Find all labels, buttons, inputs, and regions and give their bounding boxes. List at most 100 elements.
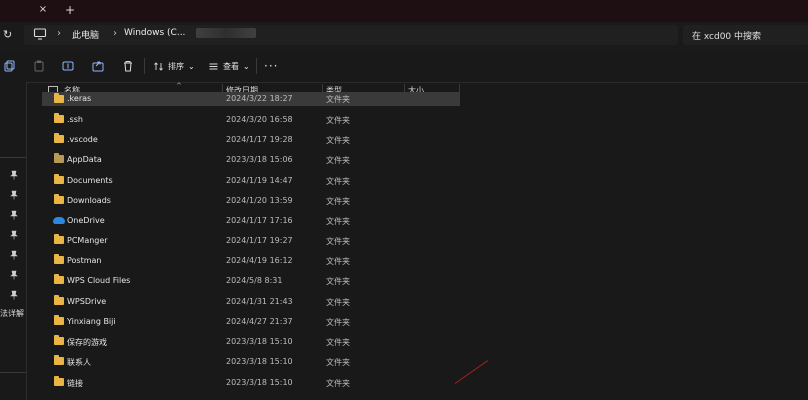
file-modified: 2024/4/19 16:12 bbox=[226, 256, 293, 265]
file-modified: 2024/4/27 21:37 bbox=[226, 317, 293, 326]
file-name: Yinxiang Biji bbox=[67, 317, 116, 326]
file-type: 文件夹 bbox=[326, 116, 350, 125]
folder-icon bbox=[54, 376, 64, 386]
chevron-right-icon[interactable]: › bbox=[113, 28, 117, 39]
file-type: 文件夹 bbox=[326, 156, 350, 165]
title-bar: × + bbox=[0, 0, 808, 22]
close-tab-icon[interactable]: × bbox=[37, 4, 49, 16]
crumb-this-pc[interactable]: 此电脑 bbox=[72, 28, 99, 41]
file-row[interactable]: Documents 2024/1/19 14:47 文件夹 bbox=[42, 171, 460, 191]
search-placeholder: 在 xcd00 中搜索 bbox=[692, 32, 762, 42]
file-name: 保存的游戏 bbox=[67, 338, 107, 347]
pin-icon[interactable] bbox=[9, 290, 19, 300]
file-modified: 2024/1/31 21:43 bbox=[226, 297, 293, 306]
sort-button[interactable]: 排序 ⌄ bbox=[153, 58, 195, 74]
pin-icon[interactable] bbox=[9, 230, 19, 240]
refresh-icon[interactable]: ↻ bbox=[3, 28, 15, 42]
onedrive-icon bbox=[53, 217, 65, 224]
pin-icon[interactable] bbox=[9, 270, 19, 280]
search-input[interactable]: 在 xcd00 中搜索 bbox=[683, 25, 808, 45]
file-name: 链接 bbox=[67, 379, 83, 388]
file-modified: 2024/1/17 19:28 bbox=[226, 135, 293, 144]
file-type: 文件夹 bbox=[326, 298, 350, 307]
file-type: 文件夹 bbox=[326, 358, 350, 367]
file-modified: 2024/1/17 17:16 bbox=[226, 216, 293, 225]
file-modified: 2024/1/19 14:47 bbox=[226, 176, 293, 185]
file-row[interactable]: .vscode 2024/1/17 19:28 文件夹 bbox=[42, 130, 460, 150]
view-label: 查看 bbox=[223, 61, 239, 71]
file-row[interactable]: AppData 2023/3/18 15:06 文件夹 bbox=[42, 150, 460, 170]
file-row[interactable]: .ssh 2024/3/20 16:58 文件夹 bbox=[42, 110, 460, 130]
folder-icon bbox=[54, 295, 64, 305]
crumb-drive-c[interactable]: Windows (C... bbox=[124, 28, 185, 38]
file-row[interactable]: 联系人 2023/3/18 15:10 文件夹 bbox=[42, 352, 460, 372]
file-name: AppData bbox=[67, 155, 102, 164]
file-modified: 2024/1/20 13:59 bbox=[226, 196, 293, 205]
copy-icon[interactable] bbox=[3, 59, 17, 73]
file-row[interactable]: WPS Cloud Files 2024/5/8 8:31 文件夹 bbox=[42, 271, 460, 291]
file-row[interactable]: .keras 2024/3/22 18:27 文件夹 bbox=[42, 92, 460, 106]
chevron-right-icon[interactable]: › bbox=[57, 28, 61, 39]
folder-icon bbox=[54, 355, 64, 365]
view-button[interactable]: 查看 ⌄ bbox=[208, 58, 250, 74]
file-modified: 2023/3/18 15:10 bbox=[226, 357, 293, 366]
file-type: 文件夹 bbox=[326, 217, 350, 226]
paste-icon[interactable] bbox=[32, 59, 46, 73]
more-options-icon[interactable]: ··· bbox=[264, 59, 278, 73]
file-row[interactable]: Downloads 2024/1/20 13:59 文件夹 bbox=[42, 191, 460, 211]
file-modified: 2023/3/18 15:10 bbox=[226, 337, 293, 346]
file-type: 文件夹 bbox=[326, 136, 350, 145]
quick-access-item[interactable]: 法详解 bbox=[0, 308, 24, 319]
pin-icon[interactable] bbox=[9, 190, 19, 200]
file-row[interactable]: WPSDrive 2024/1/31 21:43 文件夹 bbox=[42, 292, 460, 312]
folder-icon bbox=[54, 194, 64, 204]
folder-icon bbox=[54, 174, 64, 184]
pin-icon[interactable] bbox=[9, 210, 19, 220]
folder-icon bbox=[54, 335, 64, 345]
file-modified: 2024/3/20 16:58 bbox=[226, 115, 293, 124]
file-row[interactable]: Yinxiang Biji 2024/4/27 21:37 文件夹 bbox=[42, 312, 460, 332]
file-type: 文件夹 bbox=[326, 95, 350, 104]
file-name: OneDrive bbox=[67, 216, 105, 225]
file-modified: 2024/3/22 18:27 bbox=[226, 94, 293, 103]
file-name: PCManger bbox=[67, 236, 108, 245]
this-pc-icon[interactable] bbox=[33, 27, 47, 41]
file-type: 文件夹 bbox=[326, 379, 350, 388]
share-icon[interactable] bbox=[91, 59, 105, 73]
pin-icon[interactable] bbox=[9, 250, 19, 260]
toolbar-divider bbox=[144, 58, 145, 74]
nav-divider bbox=[0, 157, 26, 158]
folder-icon bbox=[54, 93, 64, 103]
view-icon bbox=[209, 63, 218, 69]
rename-icon[interactable] bbox=[61, 59, 75, 73]
file-name: Postman bbox=[67, 256, 102, 265]
redacted-crumb bbox=[196, 28, 256, 38]
file-type: 文件夹 bbox=[326, 197, 350, 206]
file-row[interactable]: 保存的游戏 2023/3/18 15:10 文件夹 bbox=[42, 332, 460, 352]
sort-ascending-icon: ^ bbox=[176, 82, 182, 90]
file-type: 文件夹 bbox=[326, 177, 350, 186]
sort-icon bbox=[154, 61, 163, 71]
file-row[interactable]: Postman 2024/4/19 16:12 文件夹 bbox=[42, 251, 460, 271]
folder-dark-icon bbox=[54, 153, 64, 163]
file-type: 文件夹 bbox=[326, 338, 350, 347]
chevron-down-icon: ⌄ bbox=[188, 61, 195, 71]
folder-icon bbox=[54, 133, 64, 143]
file-name: Downloads bbox=[67, 196, 111, 205]
file-modified: 2023/3/18 15:06 bbox=[226, 155, 293, 164]
delete-icon[interactable] bbox=[121, 59, 135, 73]
file-modified: 2024/1/17 19:27 bbox=[226, 236, 293, 245]
file-type: 文件夹 bbox=[326, 237, 350, 246]
file-row[interactable]: 链接 2023/3/18 15:10 文件夹 bbox=[42, 373, 460, 393]
file-type: 文件夹 bbox=[326, 277, 350, 286]
file-name: .vscode bbox=[67, 135, 98, 144]
breadcrumb[interactable] bbox=[24, 25, 678, 45]
folder-icon bbox=[54, 254, 64, 264]
file-row[interactable]: OneDrive 2024/1/17 17:16 文件夹 bbox=[42, 211, 460, 231]
file-row[interactable]: PCManger 2024/1/17 19:27 文件夹 bbox=[42, 231, 460, 251]
folder-icon bbox=[54, 113, 64, 123]
file-modified: 2024/5/8 8:31 bbox=[226, 276, 283, 285]
new-tab-icon[interactable]: + bbox=[64, 4, 76, 16]
pin-icon[interactable] bbox=[9, 170, 19, 180]
folder-icon bbox=[54, 234, 64, 244]
